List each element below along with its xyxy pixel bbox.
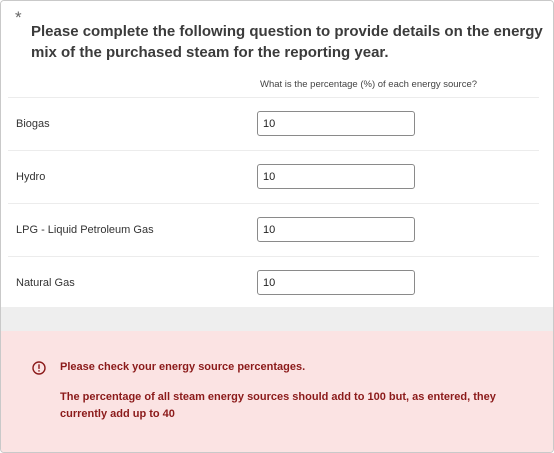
error-title: Please check your energy source percenta… <box>60 361 306 373</box>
error-message: The percentage of all steam energy sourc… <box>60 391 496 420</box>
biogas-percentage-input[interactable] <box>257 111 415 136</box>
natural-gas-percentage-input[interactable] <box>257 270 415 295</box>
row-label-lpg: LPG - Liquid Petroleum Gas <box>16 224 154 236</box>
energy-source-table: Biogas Hydro LPG - Liquid Petroleum Gas … <box>8 97 539 309</box>
hydro-percentage-input[interactable] <box>257 164 415 189</box>
column-header: What is the percentage (%) of each energ… <box>260 79 478 90</box>
table-row: LPG - Liquid Petroleum Gas <box>8 204 539 257</box>
table-row: Hydro <box>8 151 539 204</box>
section-divider <box>1 307 553 331</box>
question-card: * Please complete the following question… <box>1 1 553 307</box>
row-label-natural-gas: Natural Gas <box>16 277 75 289</box>
table-row: Biogas <box>8 98 539 151</box>
lpg-percentage-input[interactable] <box>257 217 415 242</box>
error-banner: Please check your energy source percenta… <box>1 331 553 452</box>
question-text: Please complete the following question t… <box>31 23 543 61</box>
table-row: Natural Gas <box>8 257 539 309</box>
exclamation-circle-icon <box>32 361 46 375</box>
question-panel: * Please complete the following question… <box>0 0 554 453</box>
row-label-hydro: Hydro <box>16 171 46 183</box>
row-label-biogas: Biogas <box>16 118 50 130</box>
required-marker: * <box>15 8 22 27</box>
